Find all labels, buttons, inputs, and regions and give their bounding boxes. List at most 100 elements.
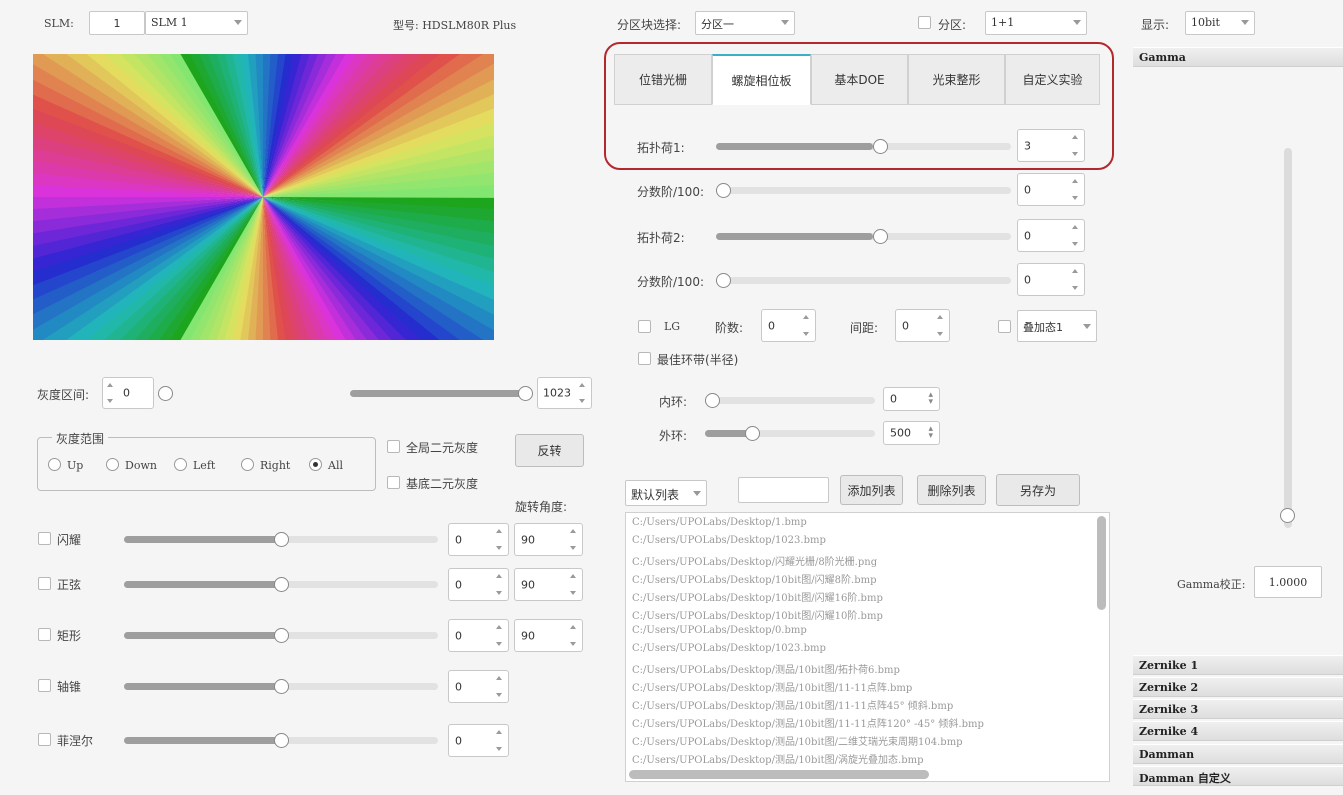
gamma-section-header[interactable]: Gamma (1133, 47, 1343, 67)
spin-up-icon[interactable] (803, 315, 809, 319)
updown-icon[interactable]: ▴ ▾ (928, 425, 933, 441)
display-bitdepth-select[interactable]: 10bit (1185, 11, 1255, 35)
effect-angle-spinbox[interactable]: 90 (514, 568, 583, 601)
spin-up-icon[interactable] (1072, 269, 1078, 273)
effect-slider-handle[interactable] (274, 577, 289, 592)
charge2-handle[interactable] (872, 229, 888, 244)
spin-down-icon[interactable] (1072, 196, 1078, 200)
section-header[interactable]: Zernike 1 (1133, 655, 1343, 675)
effect-checkbox[interactable] (38, 628, 51, 641)
updown-icon[interactable]: ▴ ▾ (928, 391, 933, 407)
partition-layout-select[interactable]: 1+1 (985, 11, 1087, 35)
effect-value-spinbox[interactable]: 0 (448, 568, 509, 601)
effect-slider[interactable] (124, 577, 438, 592)
spacing-spinbox[interactable]: 0 (895, 309, 950, 342)
spin-up-icon[interactable] (496, 574, 502, 578)
list-name-input[interactable] (738, 477, 829, 503)
slm-index-field[interactable]: 1 (89, 11, 145, 35)
file-list[interactable]: C:/Users/UPOLabs/Desktop/1.bmp C:/Users/U… (625, 512, 1110, 782)
gamma-slider-handle[interactable] (1280, 508, 1295, 523)
inner-ring-slider[interactable] (705, 393, 875, 408)
charge1-handle[interactable] (872, 139, 888, 154)
gray-high-handle[interactable] (518, 386, 533, 401)
effect-angle-spinbox[interactable]: 90 (514, 523, 583, 556)
effect-slider[interactable] (124, 628, 438, 643)
spin-up-icon[interactable] (496, 730, 502, 734)
spin-up-icon[interactable] (570, 529, 576, 533)
gray-range-slider[interactable] (158, 386, 533, 401)
gray-high-spinbox[interactable]: 1023 (537, 377, 592, 409)
radio-up[interactable] (48, 458, 61, 471)
spin-up-icon[interactable] (1072, 179, 1078, 183)
effect-slider-handle[interactable] (274, 628, 289, 643)
file-list-item[interactable]: C:/Users/UPOLabs/Desktop/测品/10bit图/11-11… (632, 715, 984, 730)
spin-up-icon[interactable] (496, 625, 502, 629)
file-list-item[interactable]: C:/Users/UPOLabs/Desktop/测品/10bit图/二维艾瑞光… (632, 733, 963, 748)
effect-checkbox[interactable] (38, 679, 51, 692)
spin-down-icon[interactable] (937, 332, 943, 336)
charge1-spinbox[interactable]: 3 (1017, 129, 1085, 162)
effect-slider-handle[interactable] (274, 733, 289, 748)
outer-ring-handle[interactable] (745, 426, 760, 441)
spin-down-icon[interactable] (1072, 242, 1078, 246)
effect-slider-handle[interactable] (274, 532, 289, 547)
inner-ring-handle[interactable] (705, 393, 720, 408)
section-header[interactable]: Zernike 3 (1133, 699, 1343, 719)
gray-low-spinbox[interactable]: 0 (102, 377, 154, 409)
effect-slider[interactable] (124, 532, 438, 547)
spin-up-icon[interactable] (937, 315, 943, 319)
spin-down-icon[interactable] (570, 591, 576, 595)
file-list-item[interactable]: C:/Users/UPOLabs/Desktop/1023.bmp (632, 535, 826, 546)
spin-up-icon[interactable] (107, 383, 113, 387)
file-list-item[interactable]: C:/Users/UPOLabs/Desktop/测品/10bit图/11-11… (632, 679, 912, 694)
file-list-item[interactable]: C:/Users/UPOLabs/Desktop/10bit图/闪耀8阶.bmp (632, 571, 876, 586)
file-list-item[interactable]: C:/Users/UPOLabs/Desktop/测品/10bit图/拓扑荷6.… (632, 661, 900, 676)
outer-ring-slider[interactable] (705, 426, 875, 441)
section-header[interactable]: Damman 自定义 (1133, 766, 1343, 786)
effect-checkbox[interactable] (38, 733, 51, 746)
horizontal-scrollbar[interactable] (629, 770, 929, 779)
global-binary-checkbox[interactable] (387, 440, 400, 453)
radio-all[interactable] (309, 458, 322, 471)
spin-up-icon[interactable] (570, 625, 576, 629)
spin-down-icon[interactable] (107, 399, 113, 403)
gamma-correction-field[interactable]: 1.0000 (1254, 566, 1322, 598)
partition-select[interactable]: 分区一 (695, 11, 795, 35)
spin-down-icon[interactable] (1072, 286, 1078, 290)
spin-up-icon[interactable] (1072, 135, 1078, 139)
save-as-button[interactable]: 另存为 (996, 474, 1080, 506)
effect-slider[interactable] (124, 679, 438, 694)
delete-list-button[interactable]: 删除列表 (917, 475, 986, 505)
spin-up-icon[interactable] (496, 529, 502, 533)
best-ring-checkbox[interactable] (638, 352, 651, 365)
effect-checkbox[interactable] (38, 577, 51, 590)
list-select[interactable]: 默认列表 (625, 480, 707, 506)
spin-down-icon[interactable] (496, 546, 502, 550)
file-list-item[interactable]: C:/Users/UPOLabs/Desktop/10bit图/闪耀16阶.bm… (632, 589, 883, 604)
file-list-item[interactable]: C:/Users/UPOLabs/Desktop/测品/10bit图/涡旋光叠加… (632, 751, 924, 766)
spin-up-icon[interactable] (496, 676, 502, 680)
spin-down-icon[interactable] (496, 693, 502, 697)
superposition-select[interactable]: 叠加态1 (1017, 310, 1097, 342)
frac2-slider[interactable] (716, 273, 1011, 288)
spin-down-icon[interactable] (496, 642, 502, 646)
effect-value-spinbox[interactable]: 0 (448, 724, 509, 757)
section-header[interactable]: Zernike 4 (1133, 721, 1343, 741)
effect-value-spinbox[interactable]: 0 (448, 523, 509, 556)
file-list-item[interactable]: C:/Users/UPOLabs/Desktop/1023.bmp (632, 643, 826, 654)
tab-1[interactable]: 位错光栅 (614, 54, 712, 105)
tab-3[interactable]: 基本DOE (811, 54, 908, 105)
spin-down-icon[interactable] (803, 332, 809, 336)
file-list-item[interactable]: C:/Users/UPOLabs/Desktop/闪耀光栅/8阶光栅.png (632, 553, 877, 568)
charge1-slider[interactable] (716, 139, 1011, 154)
frac2-spinbox[interactable]: 0 (1017, 263, 1085, 296)
charge2-spinbox[interactable]: 0 (1017, 219, 1085, 252)
frac2-handle[interactable] (716, 273, 731, 288)
section-header[interactable]: Damman (1133, 744, 1343, 764)
add-list-button[interactable]: 添加列表 (840, 475, 903, 505)
inner-ring-spinbox[interactable]: 0 ▴ ▾ (883, 387, 940, 411)
superposition-checkbox[interactable] (998, 320, 1011, 333)
effect-angle-spinbox[interactable]: 90 (514, 619, 583, 652)
file-list-item[interactable]: C:/Users/UPOLabs/Desktop/测品/10bit图/11-11… (632, 697, 953, 712)
tab-4[interactable]: 光束整形 (908, 54, 1005, 105)
